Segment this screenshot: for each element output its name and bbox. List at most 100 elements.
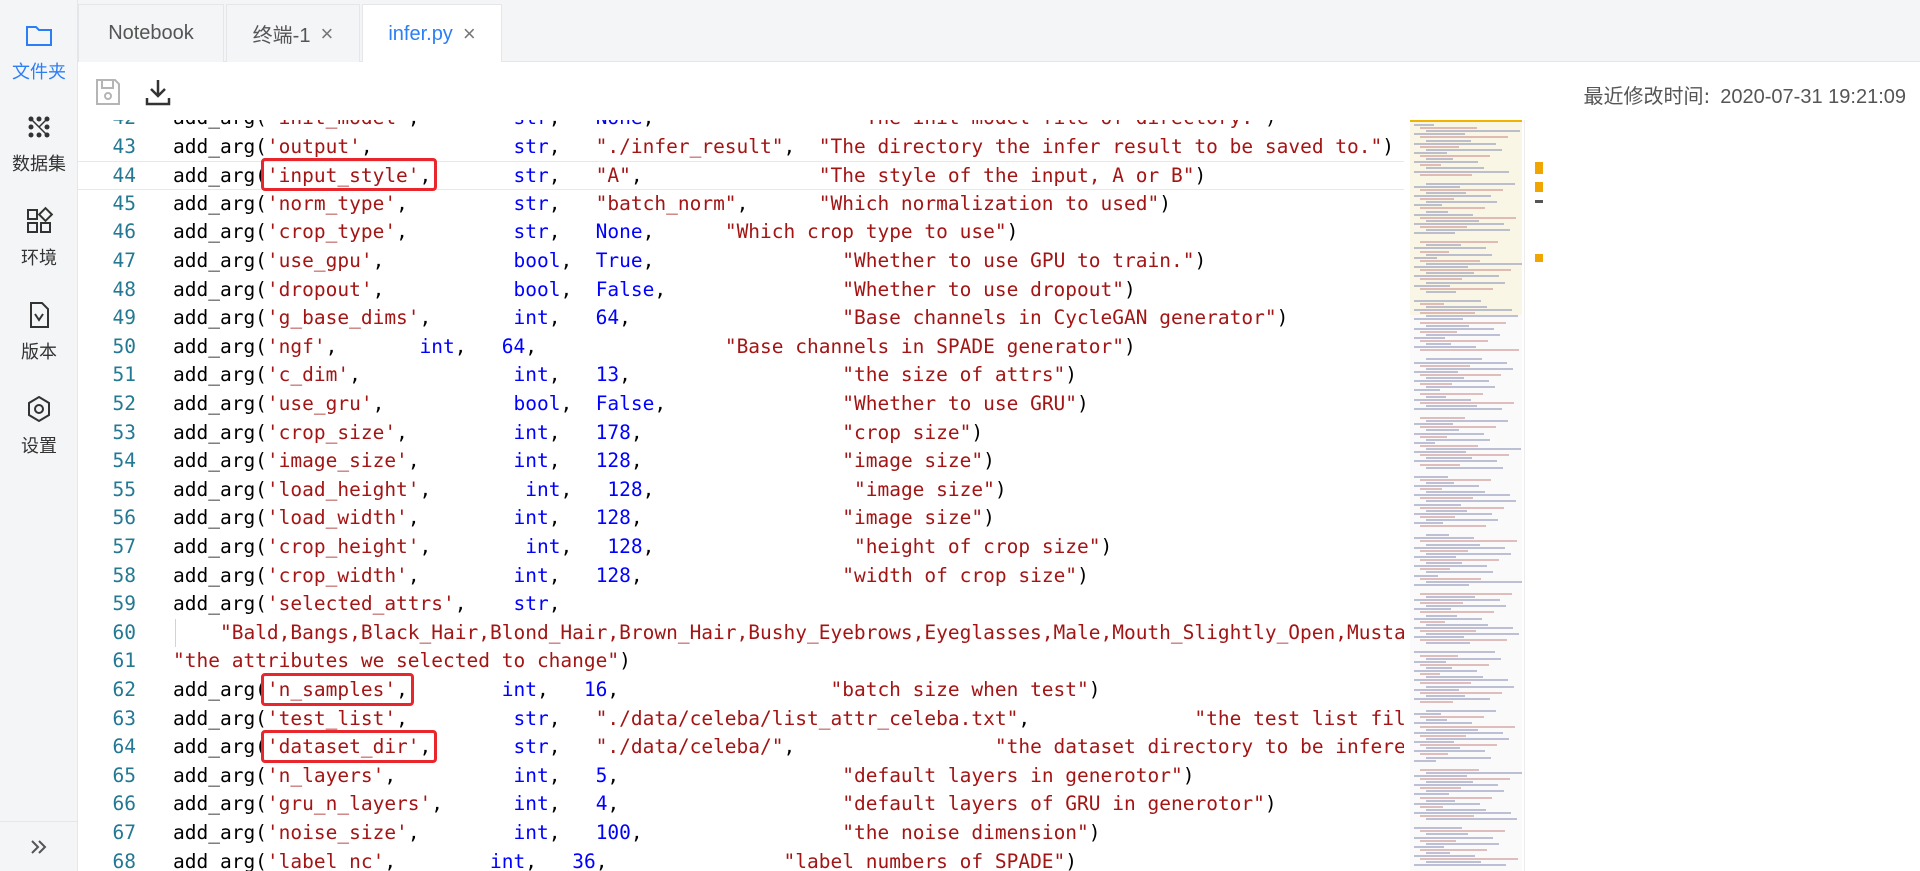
code-line[interactable]: 57 add_arg('crop_height', int, 128, "heig… [78,533,1404,562]
tab-terminal-1[interactable]: 终端-1 × [226,4,360,62]
code-line[interactable]: 56 add_arg('load_width', int, 128, "image… [78,504,1404,533]
code-token: ) [994,477,1007,501]
minimap-line [1420,164,1441,167]
code-token: , [548,220,596,244]
save-icon [96,79,120,105]
code-token: "image size" [842,506,984,530]
download-button[interactable] [142,76,174,108]
sidebar-item-folder[interactable]: 文件夹 [0,0,78,88]
code-line[interactable]: 45 add_arg('norm_type', str, "batch_norm"… [78,190,1404,219]
code-token: , [642,249,843,272]
code-token: False [595,392,655,415]
code-token: ) [1065,363,1078,387]
sidebar-item-version[interactable]: 版本 [0,280,78,368]
minimap-line [1426,358,1482,361]
minimap-line [1414,741,1454,743]
minimap-line [1414,275,1499,278]
code-text: add_arg('c_dim', int, 13, "the size of a… [173,361,1077,390]
code-line[interactable]: 47 add_arg('use_gpu', bool, True, "Whethe… [78,247,1404,276]
code-line[interactable]: 48 add_arg('dropout', bool, False, "Wheth… [78,276,1404,305]
code-line[interactable]: 42 add_arg('init_model', str, None, "The … [78,120,1404,133]
code-line[interactable]: 55 add_arg('load_height', int, 128, "imag… [78,476,1404,505]
code-token: 'gru_n_layers' [266,792,432,816]
code-token: , [549,120,596,129]
code-token: int [513,792,549,816]
minimap-line [1414,213,1473,216]
code-line[interactable]: 59 add_arg('selected_attrs', str, [78,590,1404,619]
code-line[interactable]: 49 add_arg('g_base_dims', int, 64, "Base … [78,304,1404,333]
minimap-line [1426,719,1447,722]
close-icon[interactable]: × [463,21,476,47]
code-line[interactable]: 63 add_arg('test_list', str, "./data/cele… [78,705,1404,734]
code-token: , [607,763,843,787]
minimap-line [1414,185,1460,188]
line-number: 49 [112,306,136,330]
minimap-line [1414,697,1490,700]
minimap-line [1414,124,1434,126]
code-line[interactable]: 58 add_arg('crop_width', int, 128, "width… [78,562,1404,591]
minimap-line [1420,269,1511,272]
code-token: ) [1194,164,1207,188]
code-token: , [548,735,596,759]
code-line[interactable]: 52 add_arg('use_gru', bool, False, "Wheth… [78,390,1404,419]
code-token: ) [971,420,984,444]
sidebar-expand-button[interactable] [0,821,78,871]
minimap[interactable] [1410,120,1522,871]
minimap-line [1426,562,1462,565]
minimap-line [1426,367,1513,370]
sidebar-item-environment[interactable]: 环境 [0,186,78,274]
minimap-line [1426,833,1468,836]
code-token: , [396,420,514,444]
code-token: 64 [595,306,620,330]
code-token: int [525,477,561,501]
code-token: 'crop_type' [266,220,397,244]
code-token: ) [983,449,995,473]
code-token: "Base channels in CycleGAN generator" [842,306,1277,330]
minimap-line [1420,417,1465,419]
code-line[interactable]: 67 add_arg('noise_size', int, 100, "the n… [78,819,1404,848]
code-token: , [536,678,584,701]
code-token: ) [1382,134,1395,158]
code-line[interactable]: 54 add_arg('image_size', int, 128, "image… [78,447,1404,476]
sidebar-item-dataset[interactable]: 数据集 [0,92,78,180]
code-text: add_arg('crop_height', int, 128, "height… [173,533,1112,562]
sidebar-item-settings[interactable]: 设置 [0,374,78,462]
close-icon[interactable]: × [320,21,333,47]
code-line[interactable]: 61 "the attributes we selected to change"… [78,647,1404,676]
code-line[interactable]: 43 add_arg('output', str, "./infer_result… [78,133,1404,162]
code-text: add_arg('init_model', str, None, "The in… [173,120,1277,133]
minimap-line [1414,793,1449,796]
minimap-line [1414,151,1447,154]
code-line[interactable]: 68 add_arg('label_nc', int, 36, "label nu… [78,848,1404,871]
vertical-scrollbar[interactable] [1524,120,1543,871]
code-line[interactable]: 46 add_arg('crop_type', str, None, "Which… [78,218,1404,247]
code-token: 128 [595,506,631,530]
code-token: 'n_layers' [266,763,385,787]
code-editor[interactable]: 42add_arg('init_model', str, None, "The … [78,120,1404,871]
editor-toolbar: 最近修改时间: 2020-07-31 19:21:09 [78,62,1920,120]
minimap-line [1420,611,1494,614]
tab-notebook[interactable]: Notebook [78,4,224,62]
code-token: , [454,334,502,358]
scroll-marker [1535,182,1543,192]
code-token: , [630,506,843,530]
code-line[interactable]: 53 add_arg('crop_size', int, 178, "crop s… [78,419,1404,448]
minimap-line [1420,216,1516,219]
code-line[interactable]: 66 add_arg('gru_n_layers', int, 4, "defau… [78,790,1404,819]
tab-infer-py[interactable]: infer.py × [362,4,502,63]
save-button[interactable] [92,76,124,108]
minimap-line [1414,337,1445,339]
code-token: , [736,191,819,215]
code-line[interactable]: 65 add_arg('n_layers', int, 5, "default l… [78,762,1404,791]
code-token: , [548,821,596,844]
minimap-line [1426,818,1517,821]
code-token: , [548,449,596,473]
code-text: add_arg('g_base_dims', int, 64, "Base ch… [173,304,1288,333]
code-line[interactable]: 50 add_arg('ngf', int, 64, "Base channels… [78,333,1404,362]
minimap-line [1420,302,1444,305]
code-line[interactable]: 60 "Bald,Bangs,Black_Hair,Blond_Hair,Bro… [78,619,1404,648]
minimap-line [1414,195,1491,197]
code-token: , [607,792,843,816]
code-line[interactable]: 51 add_arg('c_dim', int, 13, "the size of… [78,361,1404,390]
minimap-line [1420,549,1468,552]
